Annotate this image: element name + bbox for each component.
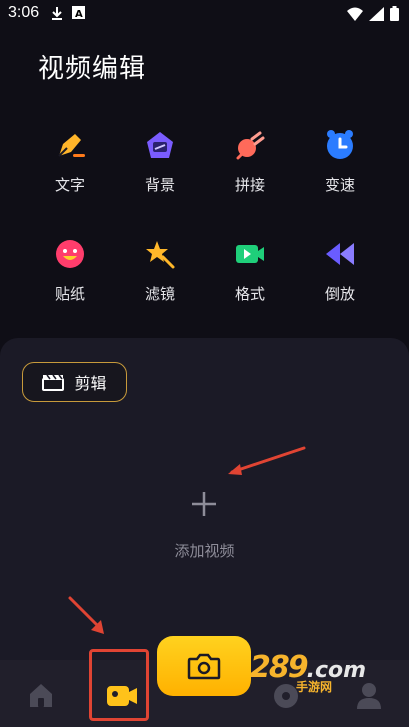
add-video-label[interactable]: 添加视频 xyxy=(0,540,409,561)
tool-splice[interactable]: 拼接 xyxy=(205,128,295,195)
tool-label: 贴纸 xyxy=(54,285,85,303)
tool-label: 文字 xyxy=(54,176,85,194)
page-title: 视频编辑 xyxy=(38,54,147,84)
tool-label: 变速 xyxy=(324,176,355,194)
tool-label: 倒放 xyxy=(324,285,355,303)
status-bar: 3:06 A xyxy=(0,0,409,28)
edit-chip-button[interactable]: 剪辑 xyxy=(22,362,127,402)
download-icon xyxy=(52,7,62,20)
tool-filter[interactable]: 滤镜 xyxy=(115,237,205,304)
signal-icon xyxy=(369,6,384,21)
app-notification-icon: A xyxy=(72,6,85,19)
background-icon xyxy=(143,128,177,162)
tool-sticker[interactable]: 贴纸 xyxy=(25,237,115,304)
watermark-subtitle: 手游网 xyxy=(296,680,333,694)
tools-grid: 文字 背景 拼接 变速 贴纸 滤镜 格式 倒放 xyxy=(25,128,385,304)
tool-label: 格式 xyxy=(234,285,265,303)
home-icon[interactable] xyxy=(27,681,55,709)
tool-speed[interactable]: 变速 xyxy=(295,128,385,195)
tool-label: 滤镜 xyxy=(144,285,175,303)
tool-background[interactable]: 背景 xyxy=(115,128,205,195)
wifi-icon xyxy=(347,7,363,21)
camera-button[interactable] xyxy=(157,636,251,696)
tool-text[interactable]: 文字 xyxy=(25,128,115,195)
sticker-face-icon xyxy=(53,237,87,271)
pen-nib-icon xyxy=(53,128,87,162)
filter-star-icon xyxy=(143,237,177,271)
speed-clock-icon xyxy=(323,128,357,162)
tool-format[interactable]: 格式 xyxy=(205,237,295,304)
annotation-arrow-add-video xyxy=(228,446,306,475)
status-time: 3:06 xyxy=(8,4,40,21)
edit-chip-label: 剪辑 xyxy=(74,374,107,393)
tool-rewind[interactable]: 倒放 xyxy=(295,237,385,304)
clapperboard-icon xyxy=(42,374,65,391)
rewind-icon xyxy=(323,237,357,271)
splice-icon xyxy=(233,128,267,162)
battery-icon xyxy=(390,6,399,21)
annotation-arrow-nav-video xyxy=(68,596,104,634)
format-video-icon xyxy=(233,237,267,271)
tool-label: 拼接 xyxy=(234,176,265,194)
tool-label: 背景 xyxy=(144,176,175,194)
svg-text:A: A xyxy=(75,9,83,19)
add-video-plus-icon[interactable] xyxy=(189,489,219,519)
video-edit-icon[interactable] xyxy=(106,680,138,708)
camera-icon xyxy=(187,653,221,680)
